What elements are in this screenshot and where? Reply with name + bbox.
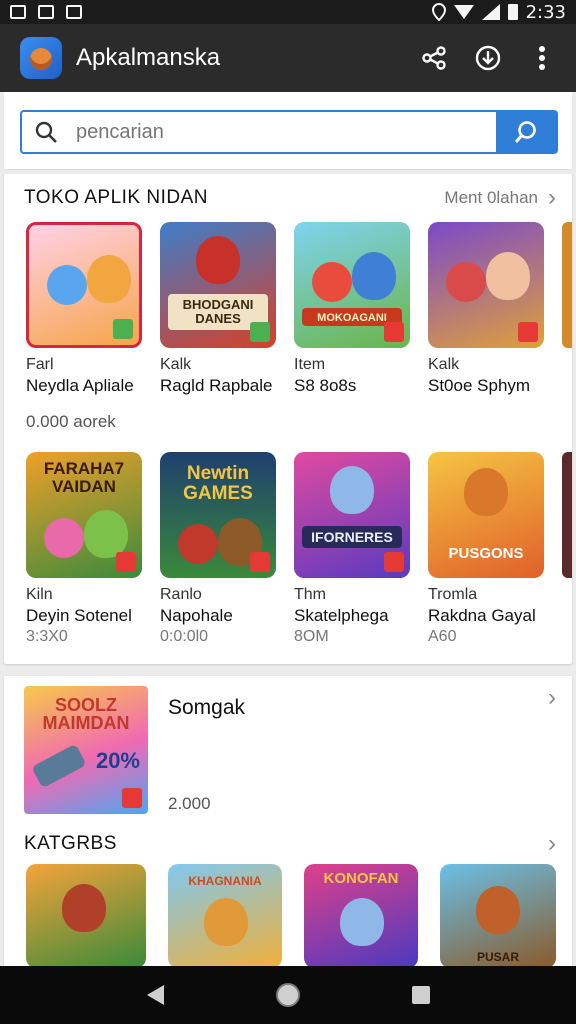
app-category: Farl (26, 356, 54, 373)
thumbnail-art-text: 20% (95, 748, 140, 773)
app-thumbnail (26, 222, 142, 348)
app-tile[interactable]: FARAHA7 VAIDAN Kiln Deyin Sotenel 3:3X0 (26, 452, 142, 646)
thumbnail-art-text: PUSAR (476, 950, 519, 964)
category-tile[interactable]: PUSAR (440, 864, 556, 968)
app-category: Tromla (428, 586, 478, 603)
more-vert-icon[interactable] (528, 44, 556, 72)
featured-price: 2.000 (168, 794, 211, 813)
share-icon[interactable] (420, 44, 448, 72)
featured-thumbnail: SOOLZ MAIMDAN 20% (24, 686, 148, 814)
app-tile[interactable]: BHODGANI DANES Kalk Ragld Rapbale (160, 222, 276, 396)
featured-section: SOOLZ MAIMDAN 20% Somgak 2.000 › KATGRBS… (4, 676, 572, 972)
search-input[interactable] (60, 112, 496, 152)
wifi-icon (453, 5, 474, 19)
section-title: TOKO APLIK NIDAN (24, 187, 208, 208)
thumbnail-art-text: Newtin GAMES (183, 463, 253, 504)
app-name: Neydla Apliale (26, 376, 134, 395)
apps-row-2: FARAHA7 VAIDAN Kiln Deyin Sotenel 3:3X0 … (4, 452, 572, 646)
app-category: Ranlo (160, 586, 202, 603)
thumbnail-art-text: IFORNERES (311, 529, 393, 545)
thumbnail-art-text: KONOFAN (323, 870, 399, 887)
app-downloads: 8OM (294, 628, 329, 645)
app-category: Kalk (160, 356, 192, 373)
app-bar: Apkalmanska (0, 24, 576, 92)
app-thumbnail: BHODGANI DANES (160, 222, 276, 348)
row-footer: 0.000 aorek (26, 412, 116, 431)
clock: 2:33 (525, 1, 566, 23)
signal-icon (481, 4, 500, 20)
app-tile[interactable]: Kalk St0oe Sphym (428, 222, 544, 396)
app-tile[interactable]: PUSGONS Tromla Rakdna Gayal A60 (428, 452, 544, 646)
apps-row-1: Farl Neydla Apliale BHODGANI DANES Kalk … (4, 222, 572, 396)
search-box (20, 110, 558, 154)
chevron-right-icon[interactable]: › (548, 830, 556, 858)
app-downloads: 3:3X0 (26, 628, 68, 645)
thumbnail-art-text: PUSGONS (448, 545, 524, 562)
search-icon (22, 120, 60, 144)
app-thumbnail (428, 222, 544, 348)
app-category: Kalk (428, 356, 460, 373)
status-bar: 2:33 (0, 0, 576, 24)
app-category: Kiln (26, 586, 53, 603)
more-link[interactable]: Ment 0lahan › (444, 184, 556, 212)
search-area (4, 92, 572, 170)
recents-icon[interactable] (410, 984, 432, 1006)
app-tile[interactable]: Farl Neydla Apliale (26, 222, 142, 396)
search-button-icon (514, 121, 536, 143)
app-thumbnail: IFORNERES (294, 452, 410, 578)
app-name: St0oe Sphym (428, 376, 531, 395)
location-icon (431, 3, 446, 21)
categories-title: KATGRBS (24, 833, 117, 854)
category-tile[interactable] (26, 864, 146, 968)
next-tile-peek (562, 222, 572, 348)
chevron-right-icon[interactable]: › (548, 684, 556, 712)
app-thumbnail: Newtin GAMES (160, 452, 276, 578)
app-category: Thm (294, 586, 326, 603)
app-name: Rakdna Gayal (428, 606, 536, 625)
status-notifications (10, 5, 82, 19)
apps-section: TOKO APLIK NIDAN Ment 0lahan › Farl Neyd… (4, 174, 572, 664)
category-tile[interactable]: KONOFAN (304, 864, 418, 968)
featured-item[interactable]: SOOLZ MAIMDAN 20% Somgak 2.000 › (4, 676, 572, 824)
chevron-right-icon: › (548, 184, 556, 211)
app-thumbnail: MOKOAGANI (294, 222, 410, 348)
more-label: Ment 0lahan (444, 188, 538, 207)
system-nav-bar (0, 966, 576, 1024)
image-notification-icon (10, 5, 26, 19)
app-thumbnail: FARAHA7 VAIDAN (26, 452, 142, 578)
back-icon[interactable] (144, 983, 166, 1007)
categories-row: KHAGNANIA KONOFAN PUSAR (4, 864, 572, 968)
app-thumbnail: PUSGONS (428, 452, 544, 578)
category-tile[interactable]: KHAGNANIA (168, 864, 282, 968)
app-downloads: 0:0:0l0 (160, 628, 209, 645)
app-name: Ragld Rapbale (160, 376, 273, 395)
app-name: Skatelphega (294, 606, 389, 625)
home-icon[interactable] (274, 981, 302, 1009)
thumbnail-art-text: SOOLZ MAIMDAN (42, 695, 130, 733)
app-tile[interactable]: Newtin GAMES Ranlo Napohale 0:0:0l0 (160, 452, 276, 646)
app-tile[interactable]: MOKOAGANI Item S8 8o8s (294, 222, 410, 396)
app-tile[interactable]: IFORNERES Thm Skatelphega 8OM (294, 452, 410, 646)
mail-notification-icon (66, 5, 82, 19)
battery-icon (507, 4, 518, 20)
app-name: S8 8o8s (294, 376, 357, 395)
featured-title: Somgak (168, 696, 246, 719)
app-title: Apkalmanska (76, 44, 221, 71)
thumbnail-art-text: FARAHA7 VAIDAN (43, 459, 125, 496)
next-tile-peek (562, 452, 572, 578)
android-notification-icon (38, 5, 54, 19)
search-button[interactable] (496, 112, 556, 152)
thumbnail-art-text: KHAGNANIA (188, 874, 262, 888)
app-name: Deyin Sotenel (26, 606, 132, 625)
app-category: Item (294, 356, 326, 373)
app-name: Napohale (160, 606, 233, 625)
app-downloads: A60 (428, 628, 457, 645)
app-logo-icon (20, 37, 62, 79)
download-icon[interactable] (474, 44, 502, 72)
